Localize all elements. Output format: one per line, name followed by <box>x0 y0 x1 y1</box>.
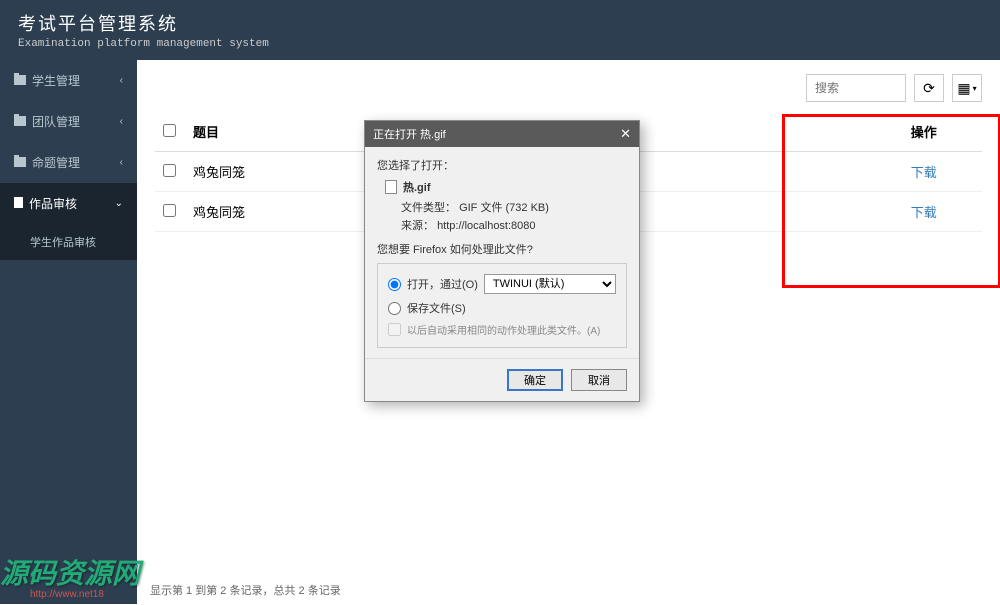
download-link[interactable]: 下载 <box>911 205 937 220</box>
file-icon <box>14 197 23 208</box>
chevron-left-icon: ‹ <box>120 75 123 86</box>
columns-button[interactable]: ▦▾ <box>952 74 982 102</box>
source-label: 来源： <box>401 220 434 232</box>
close-icon[interactable]: ✕ <box>620 126 631 142</box>
remember-label: 以后自动采用相同的动作处理此类文件。(A) <box>407 322 600 337</box>
dialog-filename: 热.gif <box>403 179 431 195</box>
folder-icon <box>14 157 26 167</box>
remember-checkbox <box>388 323 401 336</box>
open-with-radio[interactable] <box>388 278 401 291</box>
dialog-question: 您想要 Firefox 如何处理此文件? <box>377 241 627 257</box>
refresh-icon: ⟳ <box>923 80 935 97</box>
sidebar-item-team[interactable]: 团队管理 ‹ <box>0 101 137 142</box>
col-title[interactable]: 题目 <box>185 112 373 152</box>
col-ops: 操作 <box>866 112 982 152</box>
sidebar-subitem-student-works[interactable]: 学生作品审核 <box>0 224 137 260</box>
row-checkbox[interactable] <box>163 164 176 177</box>
ok-button[interactable]: 确定 <box>507 369 563 391</box>
caret-down-icon: ▾ <box>973 84 977 93</box>
download-link[interactable]: 下载 <box>911 165 937 180</box>
toolbar: ⟳ ▦▾ <box>155 74 982 102</box>
save-file-radio[interactable] <box>388 302 401 315</box>
dialog-titlebar[interactable]: 正在打开 热.gif ✕ <box>365 121 639 147</box>
chevron-down-icon: ⌄ <box>115 198 123 209</box>
cancel-button[interactable]: 取消 <box>571 369 627 391</box>
dialog-title: 正在打开 热.gif <box>373 126 446 142</box>
pagination-info: 显示第 1 到第 2 条记录，总共 2 条记录 <box>150 582 341 598</box>
select-all-checkbox[interactable] <box>163 124 176 137</box>
filetype-label: 文件类型： <box>401 202 456 214</box>
row-checkbox[interactable] <box>163 204 176 217</box>
grid-icon: ▦ <box>957 80 970 97</box>
sidebar: 学生管理 ‹ 团队管理 ‹ 命题管理 ‹ 作品审核 ⌄ 学生作品审核 <box>0 60 137 604</box>
app-header: 考试平台管理系统 Examination platform management… <box>0 0 1000 60</box>
app-title: 考试平台管理系统 <box>18 10 982 36</box>
sidebar-item-student[interactable]: 学生管理 ‹ <box>0 60 137 101</box>
refresh-button[interactable]: ⟳ <box>914 74 944 102</box>
chevron-left-icon: ‹ <box>120 157 123 168</box>
save-file-label: 保存文件(S) <box>407 300 466 316</box>
folder-icon <box>14 75 26 85</box>
cell-title: 鸡兔同笼 <box>185 152 373 192</box>
download-dialog: 正在打开 热.gif ✕ 您选择了打开： 热.gif 文件类型： GIF 文件 … <box>364 120 640 402</box>
sidebar-item-label: 学生管理 <box>32 74 80 88</box>
sidebar-item-question[interactable]: 命题管理 ‹ <box>0 142 137 183</box>
source-value: http://localhost:8080 <box>437 220 535 232</box>
sidebar-item-label: 作品审核 <box>29 197 77 211</box>
sidebar-item-review[interactable]: 作品审核 ⌄ <box>0 183 137 224</box>
search-input[interactable] <box>806 74 906 102</box>
cell-title: 鸡兔同笼 <box>185 192 373 232</box>
dialog-chose-label: 您选择了打开： <box>377 157 627 173</box>
sidebar-item-label: 团队管理 <box>32 115 80 129</box>
file-icon <box>385 180 397 194</box>
chevron-left-icon: ‹ <box>120 116 123 127</box>
open-with-label: 打开，通过(O) <box>407 276 478 292</box>
filetype-value: GIF 文件 (732 KB) <box>459 202 549 214</box>
sidebar-item-label: 命题管理 <box>32 156 80 170</box>
open-with-select[interactable]: TWINUI (默认) <box>484 274 616 294</box>
folder-icon <box>14 116 26 126</box>
app-subtitle: Examination platform management system <box>18 38 982 50</box>
